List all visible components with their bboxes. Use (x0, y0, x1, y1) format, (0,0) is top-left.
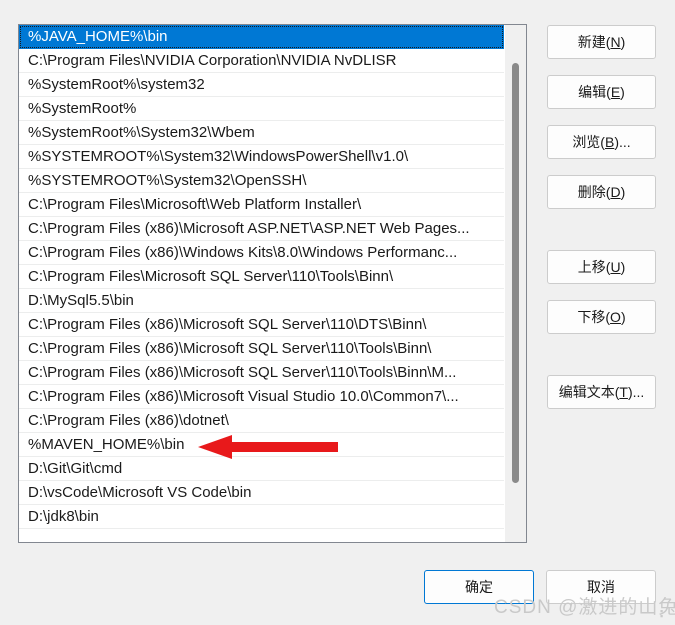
path-list-item[interactable]: C:\Program Files\Microsoft SQL Server\11… (19, 265, 504, 289)
path-list-item[interactable]: C:\Program Files (x86)\Microsoft SQL Ser… (19, 361, 504, 385)
new-button[interactable]: 新建(N) (547, 25, 656, 59)
watermark-dots: ▪ ▪ (660, 606, 664, 621)
edit-text-button[interactable]: 编辑文本(T)... (547, 375, 656, 409)
path-list-item[interactable]: C:\Program Files\Microsoft\Web Platform … (19, 193, 504, 217)
path-list-item[interactable]: C:\Program Files (x86)\Microsoft ASP.NET… (19, 217, 504, 241)
edit-button[interactable]: 编辑(E) (547, 75, 656, 109)
path-list-item[interactable]: %SYSTEMROOT%\System32\WindowsPowerShell\… (19, 145, 504, 169)
path-list-item[interactable]: %JAVA_HOME%\bin (19, 25, 504, 49)
list-scrollbar-thumb[interactable] (512, 63, 519, 483)
path-list-item[interactable]: %SYSTEMROOT%\System32\OpenSSH\ (19, 169, 504, 193)
path-list-item[interactable]: C:\Program Files (x86)\Microsoft SQL Ser… (19, 313, 504, 337)
path-list-item[interactable]: %SystemRoot%\System32\Wbem (19, 121, 504, 145)
path-list-item[interactable]: D:\MySql5.5\bin (19, 289, 504, 313)
path-listbox[interactable]: %JAVA_HOME%\bin C:\Program Files\NVIDIA C… (18, 24, 527, 543)
path-list[interactable]: %JAVA_HOME%\bin C:\Program Files\NVIDIA C… (19, 25, 504, 542)
browse-button[interactable]: 浏览(B)... (547, 125, 656, 159)
move-up-button[interactable]: 上移(U) (547, 250, 656, 284)
path-list-item[interactable]: C:\Program Files (x86)\Windows Kits\8.0\… (19, 241, 504, 265)
watermark: CSDN @激进的山兔 (494, 597, 675, 618)
delete-button[interactable]: 删除(D) (547, 175, 656, 209)
path-list-item[interactable]: %MAVEN_HOME%\bin (19, 433, 504, 457)
path-list-item[interactable]: C:\Program Files (x86)\Microsoft Visual … (19, 385, 504, 409)
path-list-item[interactable]: C:\Program Files (x86)\Microsoft SQL Ser… (19, 337, 504, 361)
path-list-item[interactable]: D:\Git\Git\cmd (19, 457, 504, 481)
path-list-item[interactable]: %SystemRoot%\system32 (19, 73, 504, 97)
path-list-item[interactable]: D:\vsCode\Microsoft VS Code\bin (19, 481, 504, 505)
move-down-button[interactable]: 下移(O) (547, 300, 656, 334)
list-scrollbar[interactable] (504, 25, 526, 542)
path-list-item[interactable]: %SystemRoot% (19, 97, 504, 121)
path-list-item[interactable]: C:\Program Files (x86)\dotnet\ (19, 409, 504, 433)
path-list-item[interactable]: D:\jdk8\bin (19, 505, 504, 529)
path-list-empty-row[interactable] (19, 529, 504, 542)
path-list-item[interactable]: C:\Program Files\NVIDIA Corporation\NVID… (19, 49, 504, 73)
